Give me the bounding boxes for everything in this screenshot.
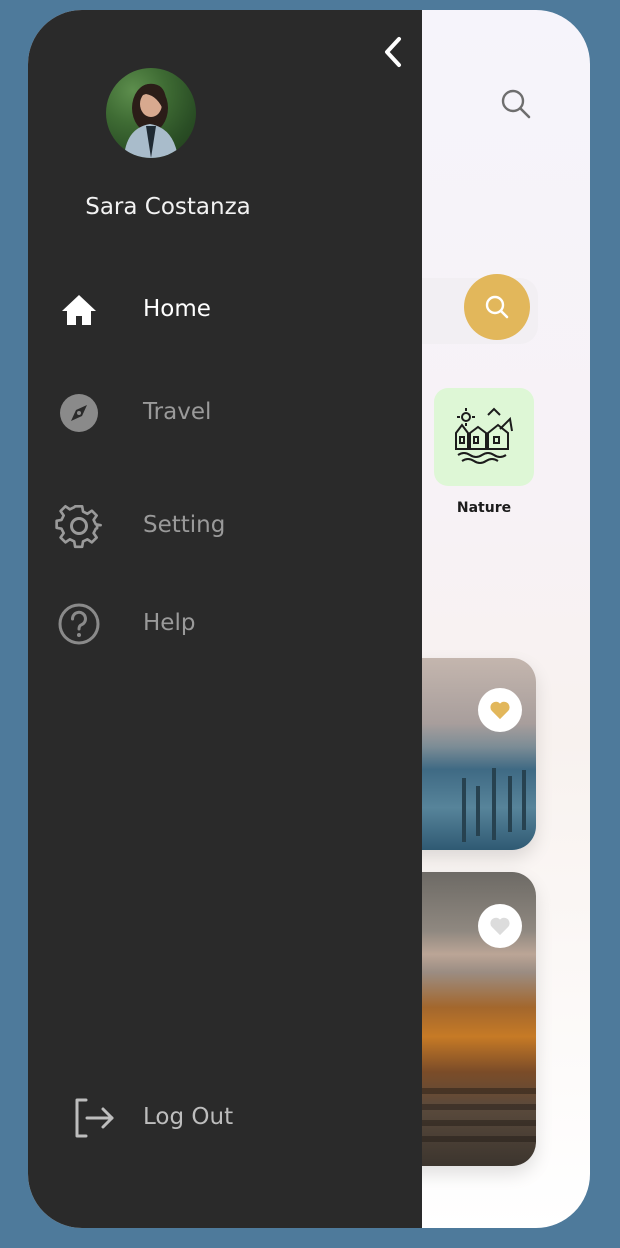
- nav-item-help[interactable]: Help: [52, 594, 382, 654]
- favorite-button[interactable]: [478, 904, 522, 948]
- search-icon[interactable]: [498, 86, 534, 122]
- gear-icon: [52, 496, 106, 556]
- compass-icon: [52, 383, 106, 443]
- help-icon: [52, 594, 106, 654]
- chevron-left-icon: [385, 37, 401, 67]
- phone-frame: Nature ke: [28, 10, 590, 1228]
- logout-button[interactable]: Log Out: [72, 1088, 302, 1148]
- nav-label: Setting: [143, 512, 226, 538]
- logout-label: Log Out: [143, 1104, 234, 1130]
- search-icon: [485, 295, 509, 319]
- avatar[interactable]: [106, 68, 196, 158]
- nav-label: Travel: [143, 399, 212, 425]
- nav-label: Home: [143, 296, 211, 322]
- nav-item-travel[interactable]: Travel: [52, 383, 382, 443]
- heart-icon: [490, 701, 510, 720]
- search-button[interactable]: [464, 274, 530, 340]
- heart-icon: [490, 917, 510, 936]
- category-nature[interactable]: [434, 388, 534, 486]
- category-label: Nature: [456, 500, 512, 516]
- nature-icon: [455, 407, 513, 464]
- close-drawer-button[interactable]: [378, 34, 408, 70]
- nav-label: Help: [143, 610, 196, 636]
- favorite-button[interactable]: [478, 688, 522, 732]
- side-drawer: Sara Costanza Home Travel Setting Help L…: [28, 10, 422, 1228]
- nav-item-home[interactable]: Home: [52, 280, 382, 340]
- user-name: Sara Costanza: [85, 194, 251, 220]
- home-icon: [52, 280, 106, 340]
- nav-item-setting[interactable]: Setting: [52, 496, 382, 556]
- logout-icon: [75, 1098, 114, 1138]
